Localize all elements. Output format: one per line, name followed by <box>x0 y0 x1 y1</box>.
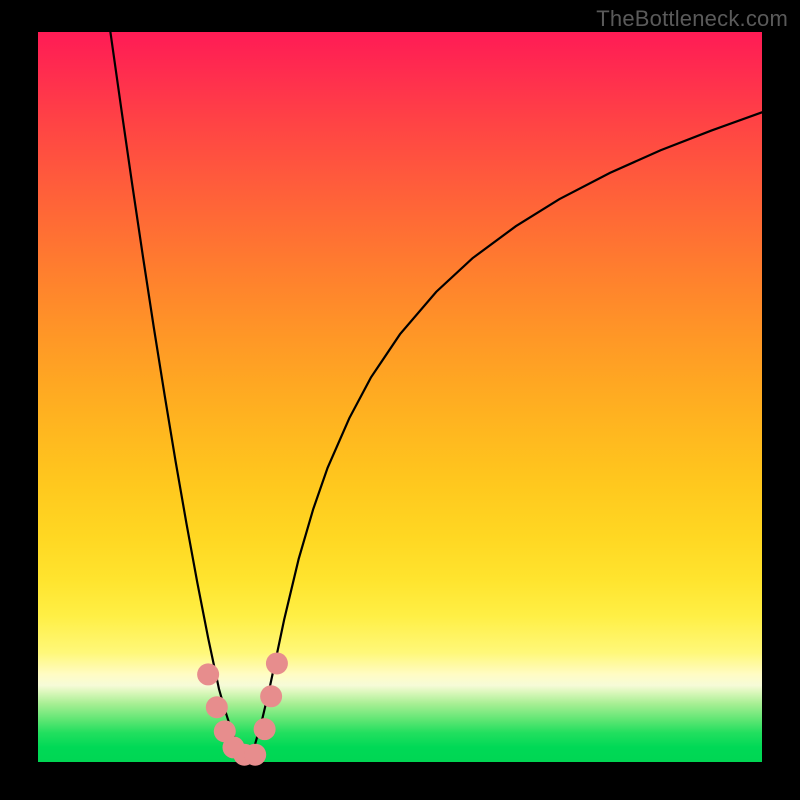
curve-group <box>110 32 762 761</box>
chart-frame: TheBottleneck.com <box>0 0 800 800</box>
marker-dot <box>244 744 266 766</box>
marker-dot <box>197 663 219 685</box>
marker-dot <box>206 696 228 718</box>
curve-left <box>110 32 248 761</box>
marker-dot <box>254 718 276 740</box>
marker-dot <box>266 652 288 674</box>
chart-overlay <box>38 32 762 762</box>
marker-group <box>197 652 288 765</box>
watermark-text: TheBottleneck.com <box>596 6 788 32</box>
curve-right <box>248 112 762 760</box>
marker-dot <box>260 685 282 707</box>
